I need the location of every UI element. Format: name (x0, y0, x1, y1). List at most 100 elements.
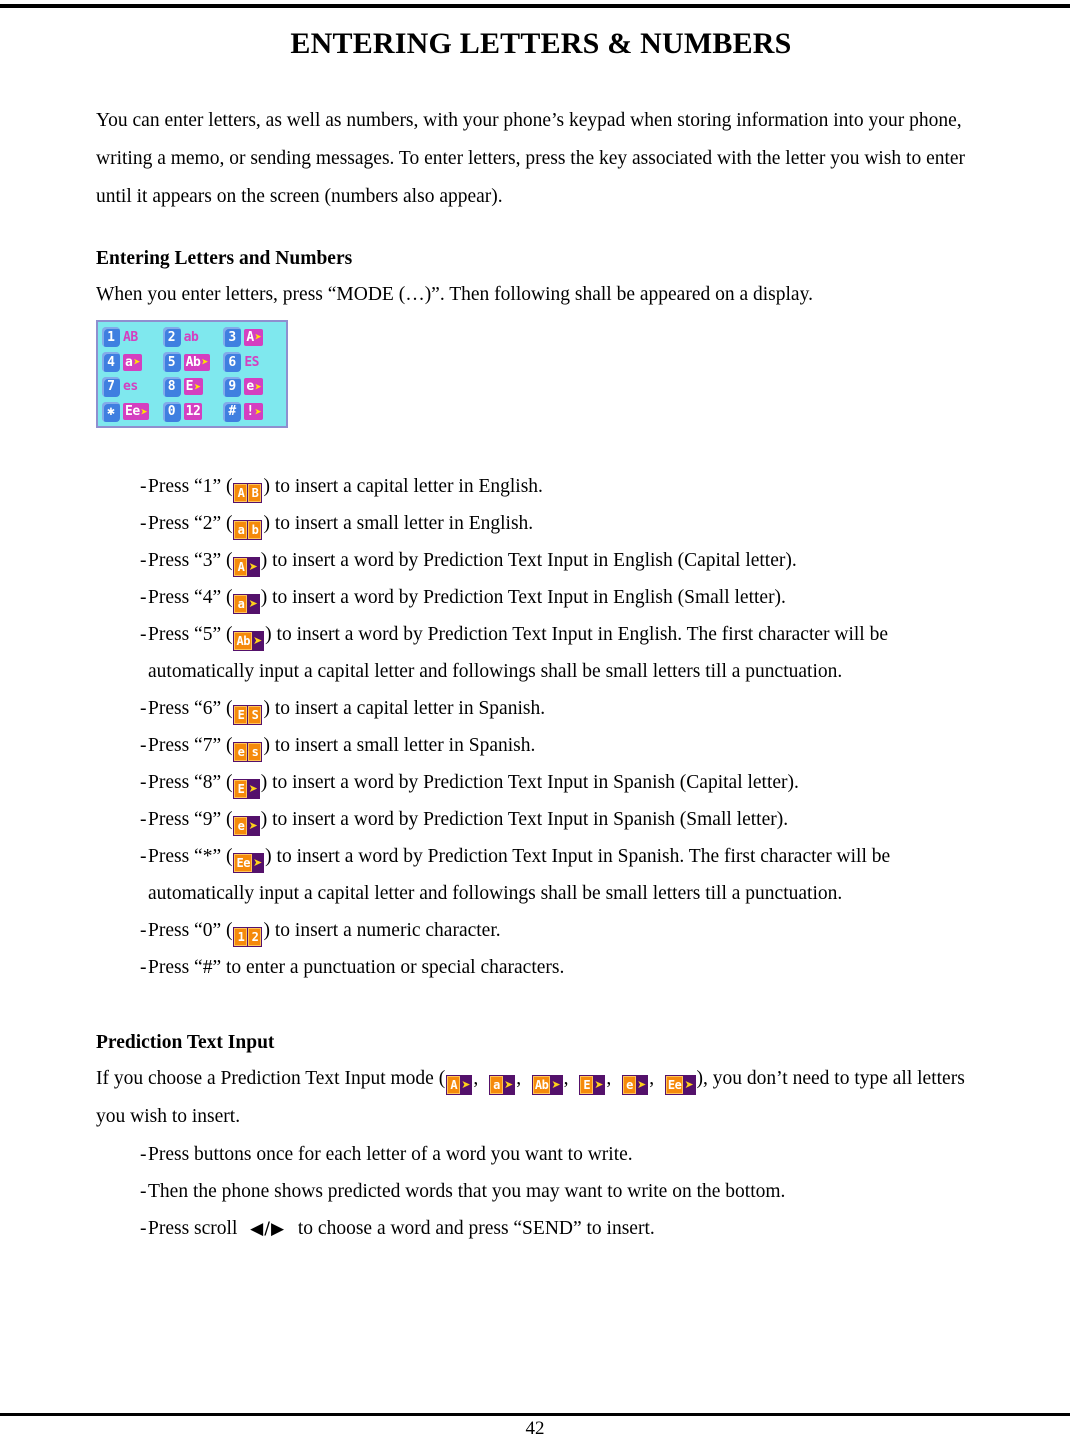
right-arrow-icon: ➤ (133, 355, 141, 370)
mode-icon-E-arrow: E ➤ (579, 1075, 606, 1095)
list-item-text-pre: Press “3” ( (148, 550, 233, 571)
page-bottom-rule (0, 1413, 1070, 1416)
right-arrow-icon: ➤ (594, 1078, 604, 1091)
list-item-text-pre: Press “8” ( (148, 772, 233, 793)
list-item: - Press “6” (E S) to insert a capital lett… (96, 690, 986, 727)
list-item: - Press “5” (Ab ➤) to insert a word by Pre… (96, 616, 986, 690)
list-dash: - (140, 772, 147, 793)
chip-glyph: a (234, 595, 248, 613)
list-item: - Press “4” (a ➤) to insert a word by Pred… (96, 579, 986, 616)
mode-icon-A-arrow: A ➤ (446, 1075, 473, 1095)
lcd-key-0: 0 (162, 401, 181, 422)
list-item: - Press “3” (A ➤) to insert a word by Pred… (96, 542, 986, 579)
lcd-cell-3: 3 A ➤ (223, 325, 284, 350)
chip-glyph: E (580, 1076, 594, 1094)
right-arrow-icon: ➤ (252, 634, 263, 647)
lcd-label-ES: ES (244, 356, 259, 369)
lcd-cell-9: 9 e ➤ (223, 375, 284, 400)
list-item-text-pre: Press “7” ( (148, 735, 233, 756)
chip-glyph: 1 (234, 928, 248, 946)
right-arrow-icon: ➤ (252, 856, 263, 869)
mode-icon-Ee-arrow: Ee ➤ (664, 1075, 696, 1095)
lcd-label-text: 12 (185, 404, 201, 420)
lcd-label-Ee: Ee ➤ (123, 403, 150, 421)
prediction-steps-list: - Press buttons once for each letter of a… (96, 1136, 986, 1248)
right-arrow-icon: ➤ (248, 597, 258, 610)
section-heading-entering: Entering Letters and Numbers (96, 248, 353, 269)
mode-icon-Ee-arrow: Ee ➤ (233, 853, 265, 873)
lcd-key-8: 8 (162, 376, 181, 397)
lcd-label-AB: AB (123, 331, 138, 344)
lcd-key-7: 7 (102, 376, 120, 397)
mode-icon-A-arrow: A ➤ (233, 557, 260, 577)
lcd-label-text: es (123, 379, 138, 395)
lcd-key-9: 9 (223, 376, 242, 397)
chip-glyph: s (248, 743, 262, 761)
right-arrow-icon: ➤ (684, 1078, 694, 1091)
list-item-text-pre: Press “*” ( (148, 846, 233, 867)
list-dash: - (140, 513, 147, 534)
chip-glyph: b (248, 521, 262, 539)
lcd-label-text: ! (246, 404, 254, 420)
mode-icon-a-arrow: a ➤ (489, 1075, 516, 1095)
chip-glyph: e (623, 1076, 637, 1094)
list-item-text-pre: Press “2” ( (148, 513, 233, 534)
lcd-key-5: 5 (162, 352, 181, 373)
mode-selection-display: 1 AB 2 ab 3 A ➤ 4 a ➤ 5 Ab ➤ 6 ES 7 es 8 E ➤ 9 e ➤ ✱ Ee ➤ 0 12 #! ➤ (96, 320, 288, 428)
mode-icon-e-arrow: e ➤ (622, 1075, 649, 1095)
mode-icon-AB: AB (233, 483, 263, 503)
right-arrow-icon: ➤ (254, 404, 262, 419)
lcd-label-text: Ab (185, 354, 201, 370)
chip-glyph: Ab (532, 1076, 551, 1094)
list-item-text-pre: Press scroll (148, 1218, 238, 1239)
right-arrow-icon: ➤ (551, 1078, 561, 1091)
mode-icon-ES: ES (233, 705, 263, 725)
list-dash: - (140, 735, 147, 756)
chip-glyph: A (234, 484, 248, 502)
lcd-cell-#: #! ➤ (223, 399, 284, 424)
list-dash: - (140, 476, 147, 497)
scroll-left-right-icon: ◀/▶ (237, 1219, 298, 1239)
right-arrow-icon: ➤ (254, 379, 262, 394)
list-dash: - (140, 957, 147, 978)
mode-icon-12: 12 (233, 927, 263, 947)
lcd-key-#: # (223, 401, 242, 422)
lcd-key-2: 2 (162, 327, 181, 348)
right-arrow-icon: ➤ (248, 782, 258, 795)
mode-icon-Ab-arrow: Ab ➤ (233, 631, 265, 651)
list-item-text-post: ) to insert a word by Prediction Text In… (260, 772, 799, 793)
lcd-cell-6: 6 ES (223, 350, 284, 375)
list-dash: - (140, 1218, 147, 1239)
lcd-key-6: 6 (223, 352, 242, 373)
list-item-text-post: ) to insert a small letter in Spanish. (263, 735, 536, 756)
lcd-label-A: A ➤ (244, 328, 264, 346)
chip-glyph: A (447, 1076, 461, 1094)
list-dash: - (140, 809, 147, 830)
lcd-label-!: ! ➤ (244, 403, 264, 421)
list-item-text-post: ) to insert a small letter in English. (263, 513, 534, 534)
list-dash: - (140, 624, 147, 645)
mode-icon-a-arrow: a ➤ (233, 594, 260, 614)
page-top-rule (0, 4, 1070, 8)
lcd-cell-2: 2 ab (162, 325, 224, 350)
list-item: - Press buttons once for each letter of a… (96, 1136, 986, 1173)
chip-glyph: e (234, 743, 248, 761)
page-content: ENTERING LETTERS & NUMBERS You can enter… (96, 16, 986, 1248)
right-arrow-icon: ➤ (504, 1078, 514, 1091)
chip-glyph: E (234, 706, 248, 724)
mode-icon-ab: ab (233, 520, 263, 540)
chip-glyph: a (234, 521, 248, 539)
list-dash: - (140, 1181, 147, 1202)
list-item: - Then the phone shows predicted words th… (96, 1173, 986, 1210)
separator: , (649, 1068, 664, 1089)
list-item: - Press “#” to enter a punctuation or spe… (96, 949, 986, 986)
lcd-label-text: ES (244, 354, 259, 370)
mode-icon-es: es (233, 742, 263, 762)
list-item: - Press “2” (a b) to insert a small letter… (96, 505, 986, 542)
list-item-text-pre: Press “4” ( (148, 587, 233, 608)
right-arrow-icon: ➤ (254, 330, 262, 345)
separator: , (606, 1068, 622, 1089)
